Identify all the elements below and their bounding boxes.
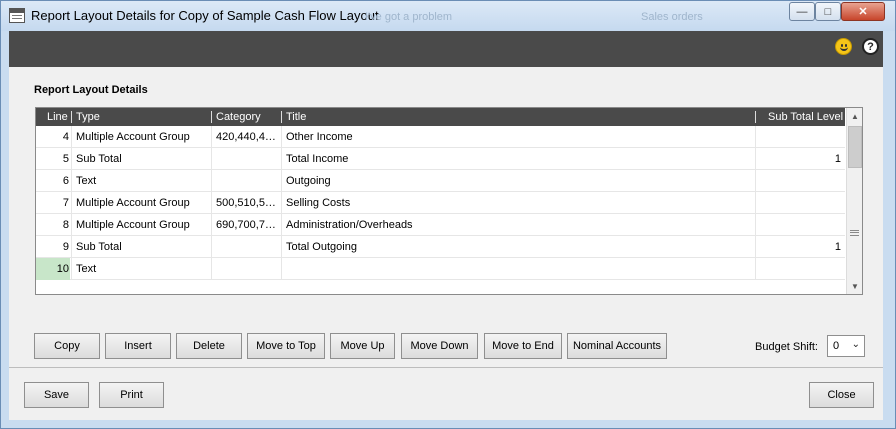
insert-button[interactable]: Insert <box>105 333 171 359</box>
cell-line: 10 <box>56 263 69 275</box>
footer-bar: Save Print Close <box>9 367 883 420</box>
scroll-down-icon[interactable]: ▼ <box>847 278 863 294</box>
cell-type: Text <box>76 175 97 187</box>
cell-category <box>216 148 280 170</box>
minimize-button[interactable]: — <box>789 2 815 21</box>
cell-line: 9 <box>62 241 69 253</box>
print-button[interactable]: Print <box>99 382 164 408</box>
budget-shift-select[interactable]: 0 ⌄ <box>827 335 865 357</box>
help-icon[interactable]: ? <box>862 38 879 55</box>
background-window-text: I've got a problem <box>365 11 453 23</box>
cell-title: Administration/Overheads <box>286 219 413 231</box>
maximize-icon: □ <box>824 5 832 18</box>
close-window-button[interactable]: ✕ <box>841 2 885 21</box>
window-title: Report Layout Details for Copy of Sample… <box>31 8 379 23</box>
cell-sub-total-level <box>756 192 841 214</box>
cell-title: Other Income <box>286 131 353 143</box>
cell-category <box>216 170 280 192</box>
cell-type: Sub Total <box>76 241 122 253</box>
cell-line: 8 <box>62 219 69 231</box>
table-row[interactable]: 4 Multiple Account Group 420,440,4… Othe… <box>36 126 845 148</box>
cell-category: 500,510,5… <box>216 197 276 209</box>
cell-category <box>216 236 280 258</box>
cell-sub-total-level <box>756 170 841 192</box>
cell-sub-total-level <box>756 214 841 236</box>
column-header-line[interactable]: Line <box>47 111 68 123</box>
close-button[interactable]: Close <box>809 382 874 408</box>
nominal-accounts-button[interactable]: Nominal Accounts <box>567 333 667 359</box>
report-layout-window: Report Layout Details for Copy of Sample… <box>0 0 896 429</box>
smiley-icon[interactable] <box>835 38 852 55</box>
minimize-icon: — <box>796 5 808 18</box>
scroll-up-icon[interactable]: ▲ <box>847 108 863 124</box>
app-icon <box>9 8 25 23</box>
cell-category: 690,700,7… <box>216 219 276 231</box>
cell-type: Multiple Account Group <box>76 131 190 143</box>
cell-line: 7 <box>62 197 69 209</box>
table-row[interactable]: 9 Sub Total Total Outgoing 1 <box>36 236 845 258</box>
cell-title: Selling Costs <box>286 197 351 209</box>
copy-button[interactable]: Copy <box>34 333 100 359</box>
table-row-selected[interactable]: 10 Text <box>36 258 845 280</box>
cell-line: 4 <box>62 131 69 143</box>
cell-sub-total-level <box>756 126 841 148</box>
cell-category <box>216 258 280 280</box>
main-panel: Report Layout Details Line Type Category… <box>9 67 883 367</box>
move-to-end-button[interactable]: Move to End <box>484 333 562 359</box>
cell-category: 420,440,4… <box>216 131 276 143</box>
column-header-sub-total-level[interactable]: Sub Total Level <box>768 111 843 123</box>
maximize-button[interactable]: □ <box>815 2 841 21</box>
layout-grid: Line Type Category Title Sub Total Level… <box>35 107 863 295</box>
close-icon: ✕ <box>858 6 868 18</box>
table-row[interactable]: 8 Multiple Account Group 690,700,7… Admi… <box>36 214 845 236</box>
budget-shift-value: 0 <box>833 340 840 352</box>
move-down-button[interactable]: Move Down <box>401 333 478 359</box>
chevron-down-icon: ⌄ <box>851 339 860 350</box>
save-button[interactable]: Save <box>24 382 89 408</box>
delete-button[interactable]: Delete <box>176 333 242 359</box>
cell-title: Total Outgoing <box>286 241 357 253</box>
scroll-grip-icon <box>850 230 859 236</box>
cell-sub-total-level: 1 <box>834 241 841 253</box>
cell-type: Multiple Account Group <box>76 197 190 209</box>
grid-header: Line Type Category Title Sub Total Level <box>36 108 845 126</box>
budget-shift-label: Budget Shift: <box>755 341 818 353</box>
vertical-scrollbar[interactable]: ▲ ▼ <box>846 108 862 294</box>
cell-title <box>286 258 751 280</box>
cell-sub-total-level <box>756 258 841 280</box>
cell-title: Outgoing <box>286 175 331 187</box>
title-bar[interactable]: Report Layout Details for Copy of Sample… <box>1 1 895 31</box>
header-toolbar: ? <box>9 31 883 67</box>
cell-title: Total Income <box>286 153 349 165</box>
column-header-category[interactable]: Category <box>216 111 261 123</box>
section-title: Report Layout Details <box>34 84 148 96</box>
move-to-top-button[interactable]: Move to Top <box>247 333 325 359</box>
cell-line: 5 <box>62 153 69 165</box>
table-row[interactable]: 5 Sub Total Total Income 1 <box>36 148 845 170</box>
cell-type: Multiple Account Group <box>76 219 190 231</box>
move-up-button[interactable]: Move Up <box>330 333 395 359</box>
scroll-thumb[interactable] <box>848 126 862 168</box>
cell-type: Text <box>76 263 97 275</box>
cell-type: Sub Total <box>76 153 122 165</box>
cell-line: 6 <box>62 175 69 187</box>
cell-sub-total-level: 1 <box>834 153 841 165</box>
background-window-text: Sales orders <box>641 11 703 23</box>
table-row[interactable]: 6 Text Outgoing <box>36 170 845 192</box>
column-header-title[interactable]: Title <box>286 111 306 123</box>
column-header-type[interactable]: Type <box>76 111 100 123</box>
grid-rows: 4 Multiple Account Group 420,440,4… Othe… <box>36 126 845 280</box>
table-row[interactable]: 7 Multiple Account Group 500,510,5… Sell… <box>36 192 845 214</box>
